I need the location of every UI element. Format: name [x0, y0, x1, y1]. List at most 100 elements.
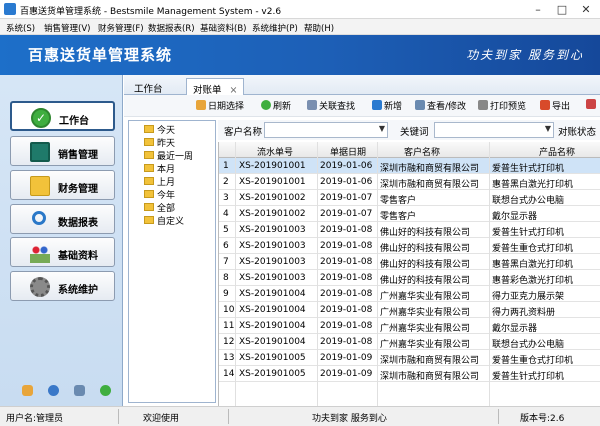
filter-bar: 客户名称 ▼ 关键词 ▼ 对账状态 [218, 120, 600, 140]
tree-node-this-year[interactable]: 今年 [144, 188, 176, 201]
tree-node-last-month[interactable]: 上月 [144, 175, 175, 188]
table-cell: XS-201901002 [239, 209, 306, 219]
status-divider [118, 409, 119, 424]
table-row[interactable]: 10 XS-201901004 2019-01-08 广州嘉华实业有限公司 得力两孔资料… [219, 302, 600, 318]
button-label: 关联查找 [319, 102, 356, 112]
table-row[interactable]: 9 XS-201901004 2019-01-08 广州嘉华实业有限公司 得力亚克力展示… [219, 286, 600, 302]
table-cell: 零售客户 [380, 196, 417, 206]
table-row[interactable]: 11 XS-201901004 2019-01-08 广州嘉华实业有限公司 戴尔显示器 [219, 318, 600, 334]
table-cell: 爱普生重仓式打印机 [492, 356, 574, 366]
minimize-icon[interactable]: – [526, 2, 550, 17]
tree-node-this-month[interactable]: 本月 [144, 162, 175, 175]
folder-icon [144, 125, 154, 133]
table-cell: 爱普生针式打印机 [492, 228, 565, 238]
status-version: 版本号:2.6 [520, 414, 565, 424]
table-cell: 得力两孔资料册 [492, 308, 556, 318]
folder-icon [144, 164, 154, 172]
nav-maintenance-button[interactable]: 系统维护 [10, 271, 115, 301]
table-cell: 深圳市融和商贸有限公司 [380, 356, 480, 366]
column-divider [377, 142, 378, 406]
customer-combo[interactable]: ▼ [264, 122, 388, 138]
tree-node-custom[interactable]: 自定义 [144, 214, 184, 227]
banner-slogan: 功夫到家 服务到心 [466, 48, 584, 62]
table-row[interactable]: 3 XS-201901002 2019-01-07 零售客户 联想台式办公电脑 [219, 190, 600, 206]
maximize-icon[interactable]: □ [550, 2, 574, 17]
status-divider [498, 409, 499, 424]
button-label: 刷新 [273, 102, 292, 112]
table-row[interactable]: 13 XS-201901005 2019-01-09 深圳市融和商贸有限公司 爱普生重仓… [219, 350, 600, 366]
tab-workbench[interactable]: 工作台 [128, 78, 169, 95]
tree-node-today[interactable]: 今天 [144, 123, 175, 136]
table-row[interactable]: 12 XS-201901004 2019-01-08 广州嘉华实业有限公司 联想台式办公… [219, 334, 600, 350]
info-icon[interactable] [48, 385, 59, 396]
sales-icon [30, 142, 50, 162]
tree-node-all[interactable]: 全部 [144, 201, 175, 214]
gear-icon [30, 277, 50, 297]
nav-workbench-button[interactable]: ✓ 工作台 [10, 101, 115, 131]
nav-sales-button[interactable]: 销售管理 [10, 136, 115, 166]
date-select-button[interactable]: 日期选择 [196, 99, 244, 115]
menu-reports[interactable]: 数据报表(R) [148, 22, 195, 34]
table-cell: 11 [223, 321, 235, 331]
add-button[interactable]: 新增 [372, 99, 402, 115]
button-label: 打印预览 [490, 102, 527, 112]
table-cell: 惠普黑白激光打印机 [492, 180, 574, 190]
monitor-icon[interactable] [74, 385, 85, 396]
table-row[interactable]: 14 XS-201901005 2019-01-09 深圳市融和商贸有限公司 爱普生针式… [219, 366, 600, 382]
app-icon [4, 3, 16, 15]
keyword-combo[interactable]: ▼ [434, 122, 554, 138]
settings-icon[interactable] [586, 99, 598, 115]
table-cell: 1 [223, 161, 229, 171]
table-row[interactable]: 6 XS-201901003 2019-01-08 佛山好的科技有限公司 爱普生重仓式打… [219, 238, 600, 254]
column-header-date[interactable]: 单据日期 [330, 145, 366, 158]
nav-label: 工作台 [59, 116, 89, 127]
related-search-button[interactable]: 关联查找 [307, 99, 355, 115]
nav-reports-button[interactable]: 数据报表 [10, 204, 115, 234]
table-cell: 爱普生针式打印机 [492, 372, 565, 382]
menu-sales[interactable]: 销售管理(V) [44, 22, 90, 34]
banner: 百惠送货单管理系统 功夫到家 服务到心 [0, 35, 600, 75]
tree-node-last-week[interactable]: 最近一周 [144, 149, 193, 162]
nav-label: 财务管理 [58, 184, 98, 195]
column-divider [317, 142, 318, 406]
button-label: 查看/修改 [427, 102, 467, 112]
power-icon[interactable] [100, 385, 111, 396]
menu-system[interactable]: 系统(S) [6, 22, 35, 34]
edit-icon[interactable] [22, 385, 33, 396]
nav-finance-button[interactable]: 财务管理 [10, 170, 115, 200]
document-icon [415, 100, 425, 110]
menu-help[interactable]: 帮助(H) [304, 22, 334, 34]
tab-label: 工作台 [134, 84, 163, 95]
menu-maintenance[interactable]: 系统维护(P) [252, 22, 298, 34]
tree-label: 今年 [157, 191, 176, 201]
column-header-serial[interactable]: 流水单号 [257, 145, 293, 158]
table-cell: 14 [223, 369, 235, 379]
table-cell: 2019-01-08 [320, 225, 373, 235]
date-tree: 今天 昨天 最近一周 本月 上月 今年 全部 自定义 [128, 120, 216, 403]
table-row[interactable]: 2 XS-201901001 2019-01-06 深圳市融和商贸有限公司 惠普黑白激光… [219, 174, 600, 190]
table-row[interactable]: 1 XS-201901001 2019-01-06 深圳市融和商贸有限公司 爱普生针式打… [219, 158, 600, 174]
table-cell: 2019-01-08 [320, 289, 373, 299]
table-row[interactable]: 5 XS-201901003 2019-01-08 佛山好的科技有限公司 爱普生针式打印… [219, 222, 600, 238]
table-cell: XS-201901001 [239, 161, 306, 171]
table-row[interactable]: 8 XS-201901003 2019-01-08 佛山好的科技有限公司 惠普彩色激光打… [219, 270, 600, 286]
table-row[interactable]: 4 XS-201901002 2019-01-07 零售客户 戴尔显示器 [219, 206, 600, 222]
table-row[interactable]: 7 XS-201901003 2019-01-08 佛山好的科技有限公司 惠普黑白激光打… [219, 254, 600, 270]
column-header-product[interactable]: 产品名称 [539, 145, 575, 158]
close-icon[interactable]: ✕ [574, 2, 598, 17]
nav-label: 销售管理 [58, 150, 98, 161]
nav-basic-data-button[interactable]: 基础资料 [10, 237, 115, 267]
table-cell: 深圳市融和商贸有限公司 [380, 372, 480, 382]
view-edit-button[interactable]: 查看/修改 [415, 99, 466, 115]
refresh-button[interactable]: 刷新 [261, 99, 291, 115]
tree-node-yesterday[interactable]: 昨天 [144, 136, 175, 149]
table-cell: XS-201901003 [239, 257, 306, 267]
tab-statement[interactable]: 对账单 × [186, 78, 245, 96]
print-preview-button[interactable]: 打印预览 [478, 99, 526, 115]
menu-finance[interactable]: 财务管理(F) [98, 22, 144, 34]
column-header-customer[interactable]: 客户名称 [404, 145, 440, 158]
menu-basic-data[interactable]: 基础资料(B) [200, 22, 246, 34]
export-button[interactable]: 导出 [540, 99, 570, 115]
table-cell: 6 [223, 241, 229, 251]
table-cell: 佛山好的科技有限公司 [380, 228, 471, 238]
